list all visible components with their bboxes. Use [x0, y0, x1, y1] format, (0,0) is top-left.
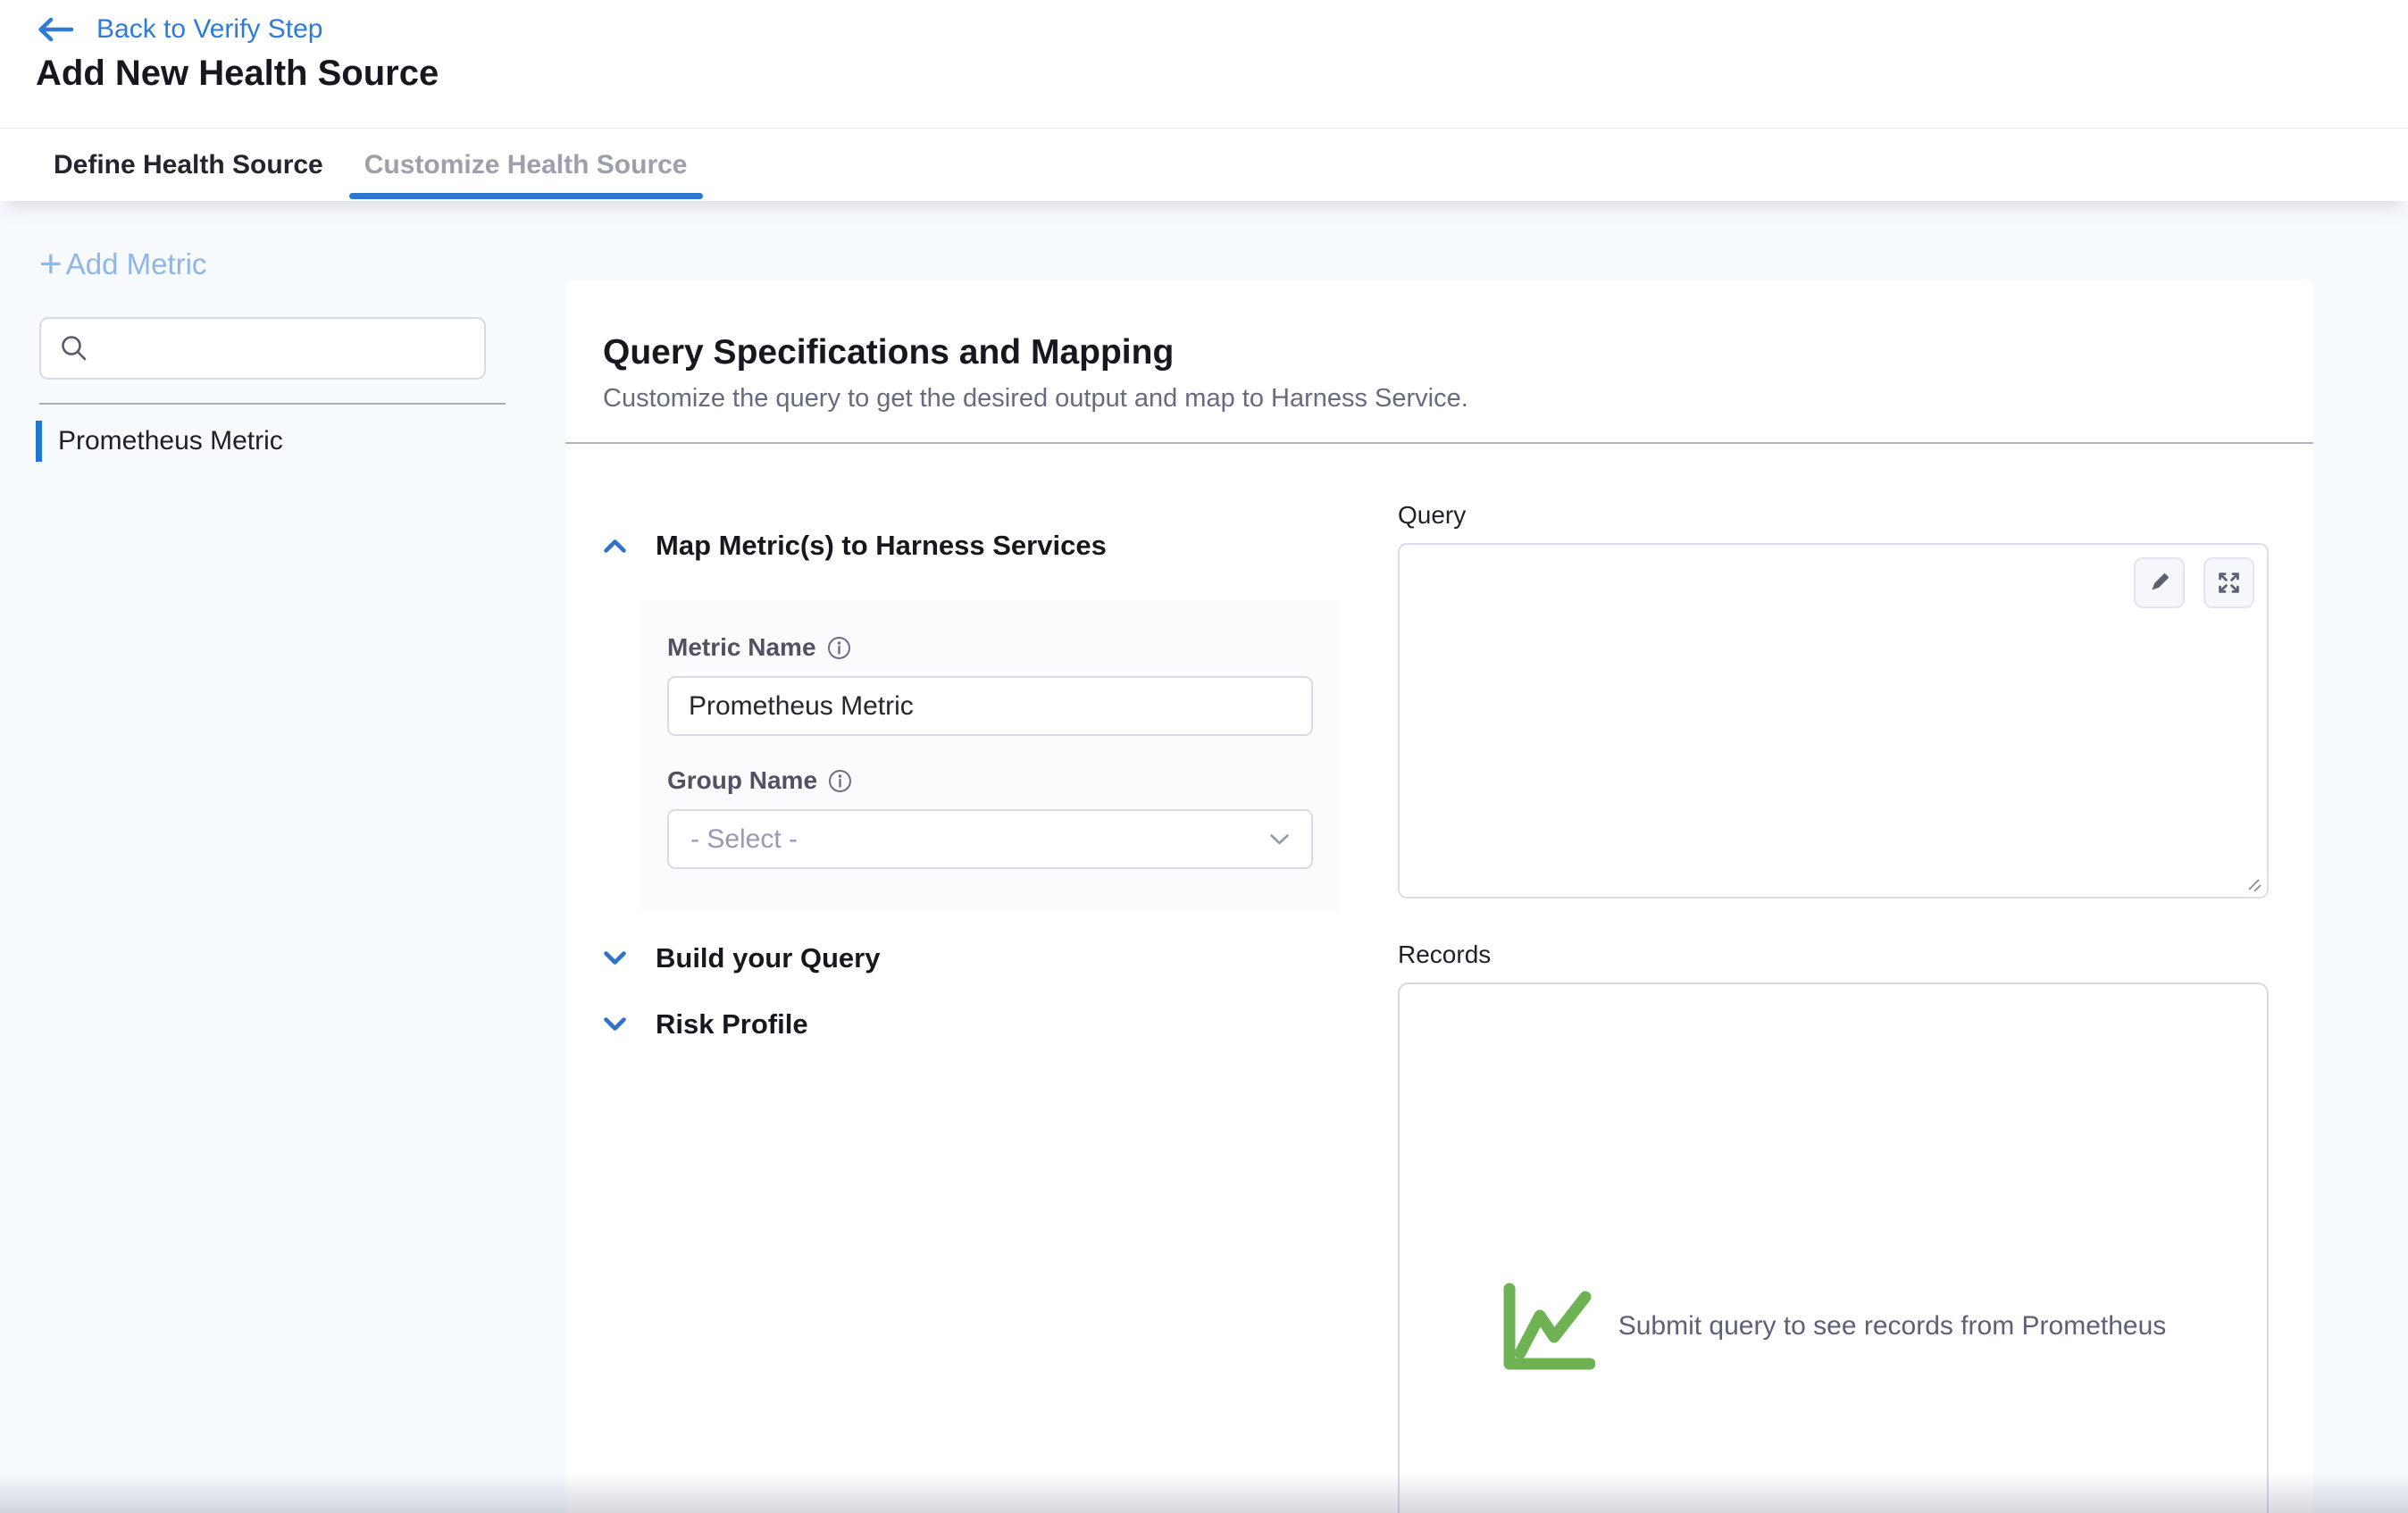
- mapping-column: Map Metric(s) to Harness Services Metric…: [565, 444, 1398, 1513]
- select-placeholder: - Select -: [690, 824, 798, 855]
- section-risk-profile[interactable]: Risk Profile: [603, 1008, 1398, 1041]
- add-metric-button[interactable]: + Add Metric: [39, 247, 206, 281]
- query-label: Query: [1398, 501, 2269, 530]
- metric-name-label-row: Metric Name: [667, 633, 1313, 662]
- plus-icon: +: [39, 248, 63, 280]
- query-editor[interactable]: [1398, 543, 2269, 899]
- line-chart-icon: [1501, 1282, 1595, 1371]
- page-header: Back to Verify Step Add New Health Sourc…: [0, 0, 2408, 201]
- info-icon[interactable]: [827, 636, 851, 660]
- card-body: Map Metric(s) to Harness Services Metric…: [565, 444, 2313, 1513]
- pencil-icon: [2147, 571, 2171, 595]
- metrics-sidebar: + Add Metric Prometheus Metric: [0, 201, 565, 1513]
- section-map-metrics[interactable]: Map Metric(s) to Harness Services: [603, 530, 1398, 562]
- info-icon[interactable]: [828, 769, 852, 793]
- tab-define-health-source[interactable]: Define Health Source: [38, 129, 339, 201]
- group-name-label: Group Name: [667, 766, 817, 795]
- edit-query-button[interactable]: [2134, 557, 2185, 608]
- back-arrow-icon: [36, 15, 75, 44]
- back-link[interactable]: Back to Verify Step: [36, 14, 322, 45]
- section-build-your-query[interactable]: Build your Query: [603, 942, 1398, 974]
- query-specifications-card: Query Specifications and Mapping Customi…: [565, 280, 2313, 1513]
- page-title: Add New Health Source: [36, 54, 439, 94]
- sidebar-divider: [39, 403, 506, 405]
- main-area: Query Specifications and Mapping Customi…: [565, 201, 2408, 1513]
- content-area: + Add Metric Prometheus Metric Query Spe…: [0, 201, 2408, 1513]
- card-subtitle: Customize the query to get the desired o…: [603, 384, 2276, 414]
- search-icon: [59, 333, 89, 364]
- selected-indicator-bar: [36, 421, 42, 462]
- metric-mapping-form: Metric Name Group Name: [640, 601, 1340, 910]
- section-title: Build your Query: [656, 942, 880, 974]
- card-header: Query Specifications and Mapping Customi…: [565, 280, 2313, 442]
- chevron-up-icon: [603, 538, 627, 554]
- metric-name-label: Metric Name: [667, 633, 816, 662]
- records-panel: Submit query to see records from Prometh…: [1398, 982, 2269, 1513]
- group-name-select[interactable]: - Select -: [667, 809, 1313, 869]
- metric-search-input[interactable]: [102, 319, 484, 378]
- resize-grip-icon[interactable]: [2246, 877, 2262, 892]
- group-name-label-row: Group Name: [667, 766, 1313, 795]
- metric-item-label: Prometheus Metric: [58, 426, 283, 456]
- query-column: Query: [1398, 444, 2269, 1513]
- tab-bar: Define Health Source Customize Health So…: [38, 129, 703, 201]
- card-title: Query Specifications and Mapping: [603, 333, 2276, 372]
- chevron-down-icon: [603, 950, 627, 966]
- section-title: Risk Profile: [656, 1008, 808, 1041]
- section-title: Map Metric(s) to Harness Services: [656, 530, 1107, 562]
- tab-customize-health-source[interactable]: Customize Health Source: [349, 129, 703, 201]
- add-metric-label: Add Metric: [66, 247, 207, 281]
- records-empty-message: Submit query to see records from Prometh…: [1618, 1311, 2167, 1342]
- chevron-down-icon: [603, 1016, 627, 1032]
- metric-name-input[interactable]: [667, 676, 1313, 736]
- metric-search-box[interactable]: [39, 317, 486, 380]
- metric-list-item-prometheus[interactable]: Prometheus Metric: [36, 421, 565, 462]
- fullscreen-icon: [2216, 570, 2242, 596]
- expand-query-button[interactable]: [2203, 557, 2254, 608]
- back-link-label[interactable]: Back to Verify Step: [96, 14, 322, 45]
- records-label: Records: [1398, 940, 2269, 969]
- chevron-down-icon: [1269, 833, 1290, 846]
- query-actions: [2134, 557, 2254, 608]
